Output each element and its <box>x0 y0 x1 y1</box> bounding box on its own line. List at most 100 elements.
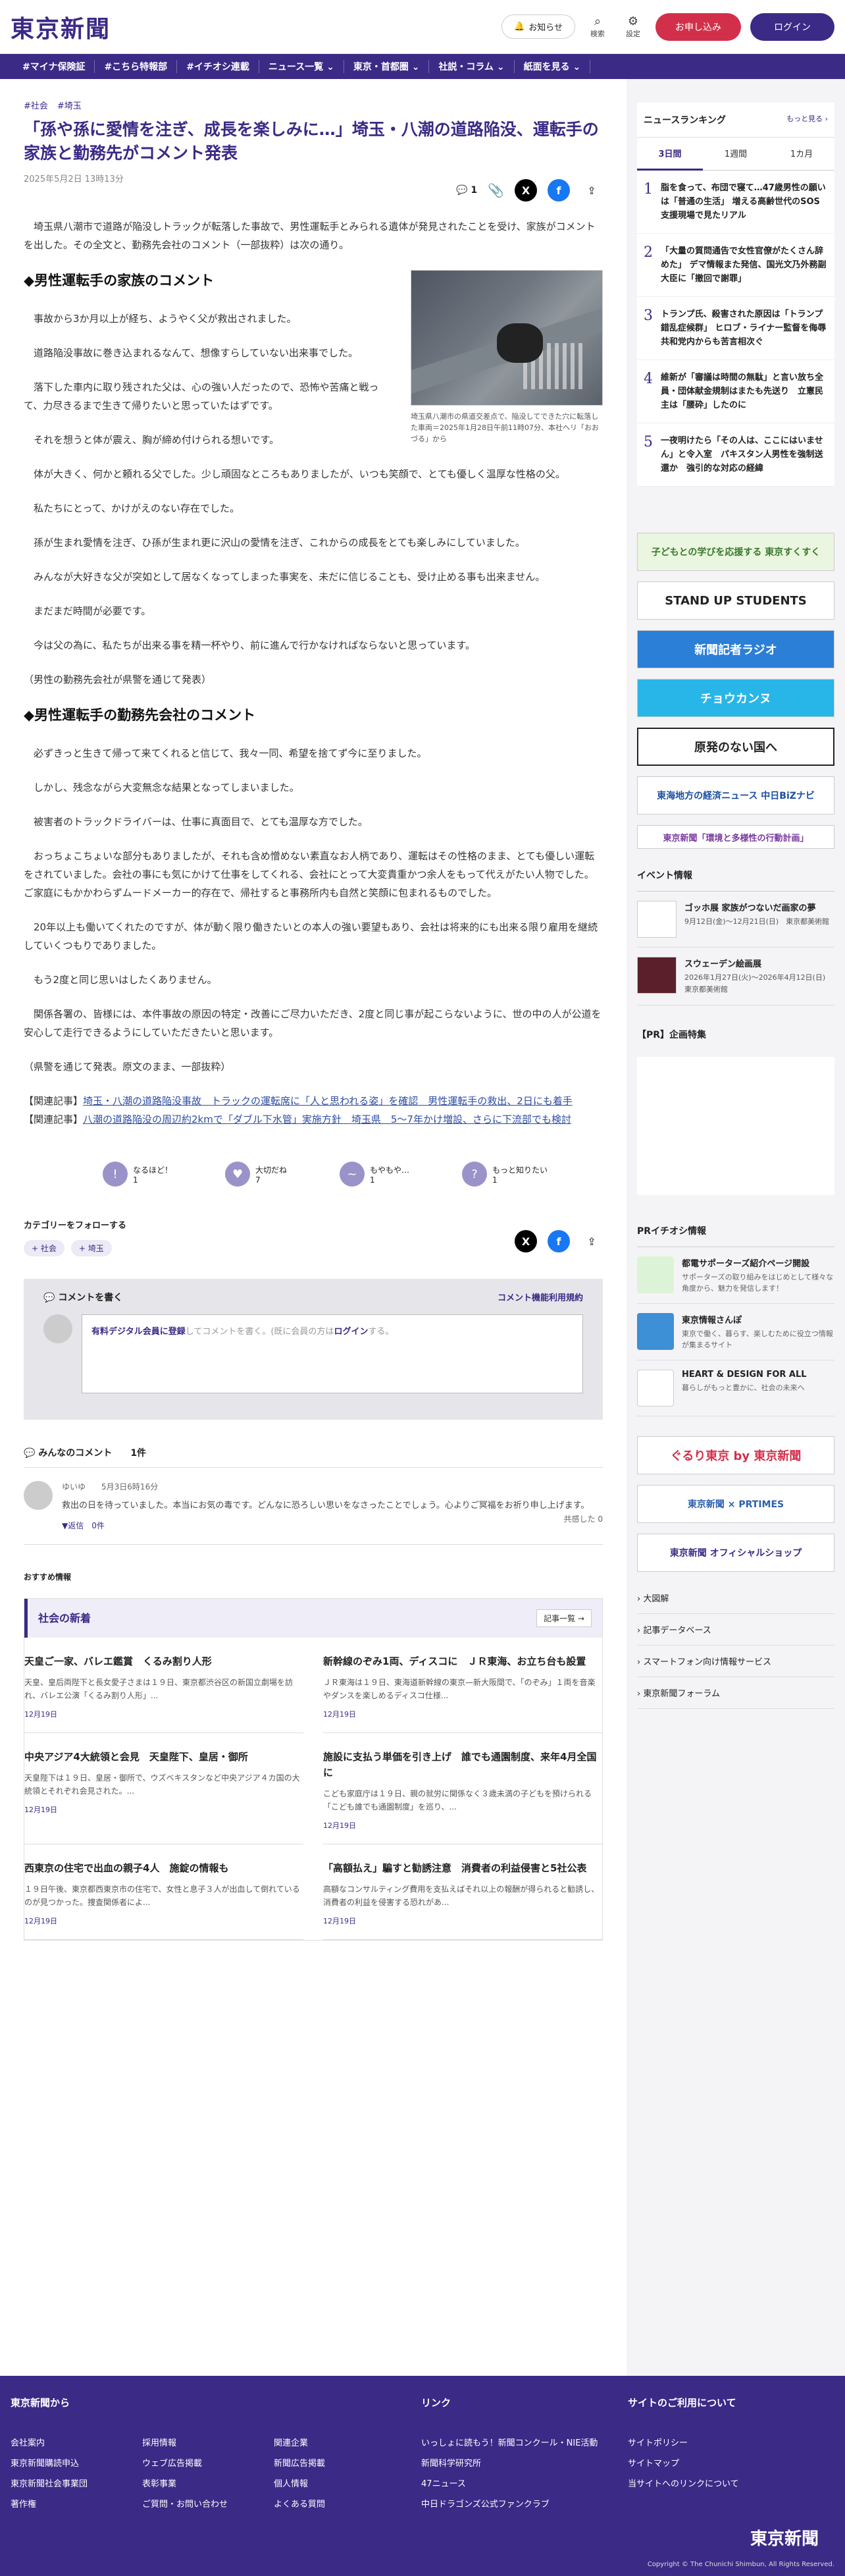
ranking-item[interactable]: 1 脂を食って、布団で寝て…47歳男性の願いは「普通の生活」 増える高齢世代のSO… <box>637 171 834 234</box>
footer-link[interactable]: 新聞科学研究所 <box>421 2456 628 2469</box>
footer-link[interactable]: 東京新聞社会事業団 <box>11 2477 142 2489</box>
subscribe-button[interactable]: お申し込み <box>655 13 741 41</box>
exclaim-icon: ! <box>103 1162 128 1187</box>
footer-link[interactable]: 会社案内 <box>11 2436 142 2448</box>
news-item[interactable]: 西東京の住宅で出血の親子4人 施錠の情報も １９日午後、東京都西東京市の住宅で、女… <box>24 1844 303 1940</box>
banner-gururi[interactable]: ぐるり東京 by 東京新聞 <box>637 1436 834 1474</box>
nav-item[interactable]: #マイナ保険証 <box>13 60 95 73</box>
clip-icon[interactable]: 📎 <box>488 182 504 198</box>
footer-link[interactable]: サイトマップ <box>628 2456 834 2469</box>
tag-link[interactable]: #埼玉 <box>57 99 82 111</box>
banner-sukusuku[interactable]: 子どもとの学びを応援する 東京すくすく <box>637 533 834 571</box>
banner-shop[interactable]: 東京新聞 オフィシャルショップ <box>637 1534 834 1572</box>
article-paragraph: 体が大きく、何かと頼れる父でした。少し頑固なところもありましたが、いつも笑顔で、… <box>34 468 565 480</box>
reaction-button[interactable]: ~ もやもや… 1 <box>340 1162 409 1187</box>
news-item[interactable]: 中央アジア4大統領と会見 天皇陛下、皇居・御所 天皇陛下は１９日、皇居・御所で、ウ… <box>24 1733 303 1844</box>
reaction-button[interactable]: ! なるほど！ 1 <box>103 1162 172 1187</box>
ranking-item[interactable]: 3 トランプ氏、殺害された原因は「トランプ錯乱症候群」 ヒロブ・ライナー監督を侮辱… <box>637 297 834 360</box>
footer-logo[interactable]: 東京新聞 <box>750 2525 819 2550</box>
footer-link[interactable]: 当サイトへのリンクについて <box>628 2477 834 2489</box>
confused-icon: ~ <box>340 1162 365 1187</box>
event-thumb <box>637 901 677 938</box>
sidebar-link[interactable]: › 記事データベース <box>637 1614 834 1646</box>
article-photo[interactable] <box>411 270 603 406</box>
login-button[interactable]: ログイン <box>750 13 834 41</box>
footer-link[interactable]: 著作権 <box>11 2497 142 2509</box>
reaction-bar: ! なるほど！ 1 ♥ 大切だね 7 ~ もやもや… 1 ? もっと知りたい 1 <box>103 1162 603 1187</box>
footer-link[interactable]: 東京新聞購読申込 <box>11 2456 142 2469</box>
tag-link[interactable]: #社会 <box>24 99 48 111</box>
pickup-item[interactable]: 東京情報さんぽ 東京で働く、暮らす、楽しむために役立つ情報が集まるサイト <box>637 1304 834 1360</box>
footer-link[interactable]: 新聞広告掲載 <box>274 2456 405 2469</box>
footer-link[interactable]: ウェブ広告掲載 <box>142 2456 274 2469</box>
news-more-button[interactable]: 記事一覧 → <box>536 1609 592 1627</box>
nav-item[interactable]: #イチオシ連載 <box>177 60 259 73</box>
follow-chip[interactable]: + 社会 <box>24 1240 64 1256</box>
footer-link[interactable]: 関連企業 <box>274 2436 405 2448</box>
pickup-item[interactable]: 都電サポーターズ紹介ページ開設 サポーターズの取り組みをはじめとして様々な角度から… <box>637 1247 834 1304</box>
notification-button[interactable]: 🔔 お知らせ <box>501 14 575 39</box>
nav-item[interactable]: 東京・首都圏 ⌄ <box>344 60 430 73</box>
pickup-item[interactable]: HEART & DESIGN FOR ALL 暮らしがもっと豊かに、社会の未来へ <box>637 1360 834 1416</box>
footer-link[interactable]: 表彰事業 <box>142 2477 274 2489</box>
nav-item[interactable]: 紙面を見る ⌄ <box>515 60 591 73</box>
nav-item[interactable]: 社説・コラム ⌄ <box>429 60 515 73</box>
sidebar-link[interactable]: › スマートフォン向け情報サービス <box>637 1646 834 1677</box>
comment-rules-link[interactable]: コメント機能利用規約 <box>498 1291 583 1304</box>
reply-toggle[interactable]: ▼返信 0件 <box>62 1520 105 1531</box>
ranking-item[interactable]: 2 「大量の質問通告で女性官僚がたくさん辞めた」 デマ情報また発信、国光文乃外務副… <box>637 234 834 297</box>
footer-link[interactable]: サイトポリシー <box>628 2436 834 2448</box>
news-item[interactable]: 「高額払え」騙すと勧誘注意 消費者の利益侵害と5社公表 高額なコンサルティング費用… <box>323 1844 602 1940</box>
footer-link[interactable]: 中日ドラゴンズ公式ファンクラブ <box>421 2497 628 2509</box>
pr-area <box>637 1057 834 1195</box>
reaction-button[interactable]: ? もっと知りたい 1 <box>462 1162 548 1187</box>
nav-item[interactable]: #こちら特報部 <box>95 60 178 73</box>
x-share-icon[interactable]: X <box>515 1230 537 1252</box>
sidebar-link[interactable]: › 東京新聞フォーラム <box>637 1677 834 1709</box>
tab-1month[interactable]: 1カ月 <box>769 138 834 171</box>
search-icon: ⌕ <box>594 14 602 28</box>
tab-3days[interactable]: 3日間 <box>637 138 703 171</box>
news-item[interactable]: 天皇ご一家、バレエ鑑賞 くるみ割り人形 天皇、皇后両陛下と長女愛子さまは１９日、東… <box>24 1638 303 1733</box>
footer-link[interactable]: 採用情報 <box>142 2436 274 2448</box>
event-item[interactable]: スウェーデン絵画展 2026年1月27日(火)〜2026年4月12日(日) 東京都… <box>637 948 834 1006</box>
comment-count[interactable]: 💬 1 <box>456 185 477 196</box>
agree-button[interactable]: 共感した 0 <box>564 1513 603 1531</box>
share-icon[interactable]: ⇪ <box>580 179 603 201</box>
comment-input[interactable]: 有料デジタル会員に登録してコメントを書く。(既に会員の方はログインする。 <box>82 1314 583 1393</box>
related-link[interactable]: 埼玉・八潮の道路陥没事故 トラックの運転席に「人と思われる姿」を確認 男性運転手… <box>83 1095 573 1107</box>
footer-link[interactable]: よくある質問 <box>274 2497 405 2509</box>
search-button[interactable]: ⌕ 検索 <box>584 14 611 39</box>
banner-prtimes[interactable]: 東京新聞 × PRTIMES <box>637 1485 834 1523</box>
news-item[interactable]: 施設に支払う単価を引き上げ 誰でも通園制度、来年4月全国に こども家庭庁は１９日、… <box>323 1733 602 1844</box>
facebook-share-icon[interactable]: f <box>548 179 570 201</box>
ranking-item[interactable]: 5 一夜明けたら「その人は、ここにはいません」と令入室 パキスタン人男性を強制送還… <box>637 423 834 487</box>
sidebar-link[interactable]: › 大図解 <box>637 1582 834 1614</box>
reaction-button[interactable]: ♥ 大切だね 7 <box>225 1162 287 1187</box>
ranking-more-link[interactable]: もっと見る › <box>786 113 828 126</box>
share-icon[interactable]: ⇪ <box>580 1230 603 1252</box>
footer-link[interactable]: いっしょに読もう！新聞コンクール・NIE活動 <box>421 2436 628 2448</box>
event-item[interactable]: ゴッホ展 家族がつないだ画家の夢 9月12日(金)〜12月21日(日) 東京都美術… <box>637 892 834 948</box>
footer-link[interactable]: 個人情報 <box>274 2477 405 2489</box>
comment-icon: 💬 <box>456 185 468 196</box>
banner-chokanu[interactable]: チョウカンヌ <box>637 679 834 717</box>
footer-link[interactable]: ご質問・お問い合わせ <box>142 2497 274 2509</box>
banner-radio[interactable]: 新聞記者ラジオ <box>637 630 834 668</box>
ranking-item[interactable]: 4 維新が「審議は時間の無駄」と言い放ち全員・団体献金規制はまたも先送り 立憲民主… <box>637 360 834 423</box>
site-logo[interactable]: 東京新聞 <box>11 10 111 44</box>
news-item[interactable]: 新幹線のぞみ1両、ディスコに ＪＲ東海、お立ち台も設置 ＪＲ東海は１９日、東海道新… <box>323 1638 602 1733</box>
banner-bizbavi[interactable]: 東海地方の経済ニュース 中日BiZナビ <box>637 776 834 815</box>
settings-button[interactable]: ⚙ 設定 <box>620 14 646 39</box>
events-title: イベント情報 <box>637 859 834 892</box>
nav-item[interactable]: ニュース一覧 ⌄ <box>259 60 344 73</box>
banner-diversity[interactable]: 東京新聞「環境と多様性の行動計画」 <box>637 825 834 849</box>
follow-chip[interactable]: + 埼玉 <box>70 1240 112 1256</box>
banner-nuclear[interactable]: 原発のない国へ <box>637 728 834 766</box>
facebook-share-icon[interactable]: f <box>548 1230 570 1252</box>
related-link[interactable]: 八潮の道路陥没の周辺約2kmで「ダブル下水管」実施方針 埼玉県 5〜7年かけ増設… <box>83 1114 571 1125</box>
footer-link[interactable]: 47ニュース <box>421 2477 628 2489</box>
tab-1week[interactable]: 1週間 <box>703 138 769 171</box>
x-share-icon[interactable]: X <box>515 179 537 201</box>
banner-standup[interactable]: STAND UP STUDENTS <box>637 581 834 620</box>
